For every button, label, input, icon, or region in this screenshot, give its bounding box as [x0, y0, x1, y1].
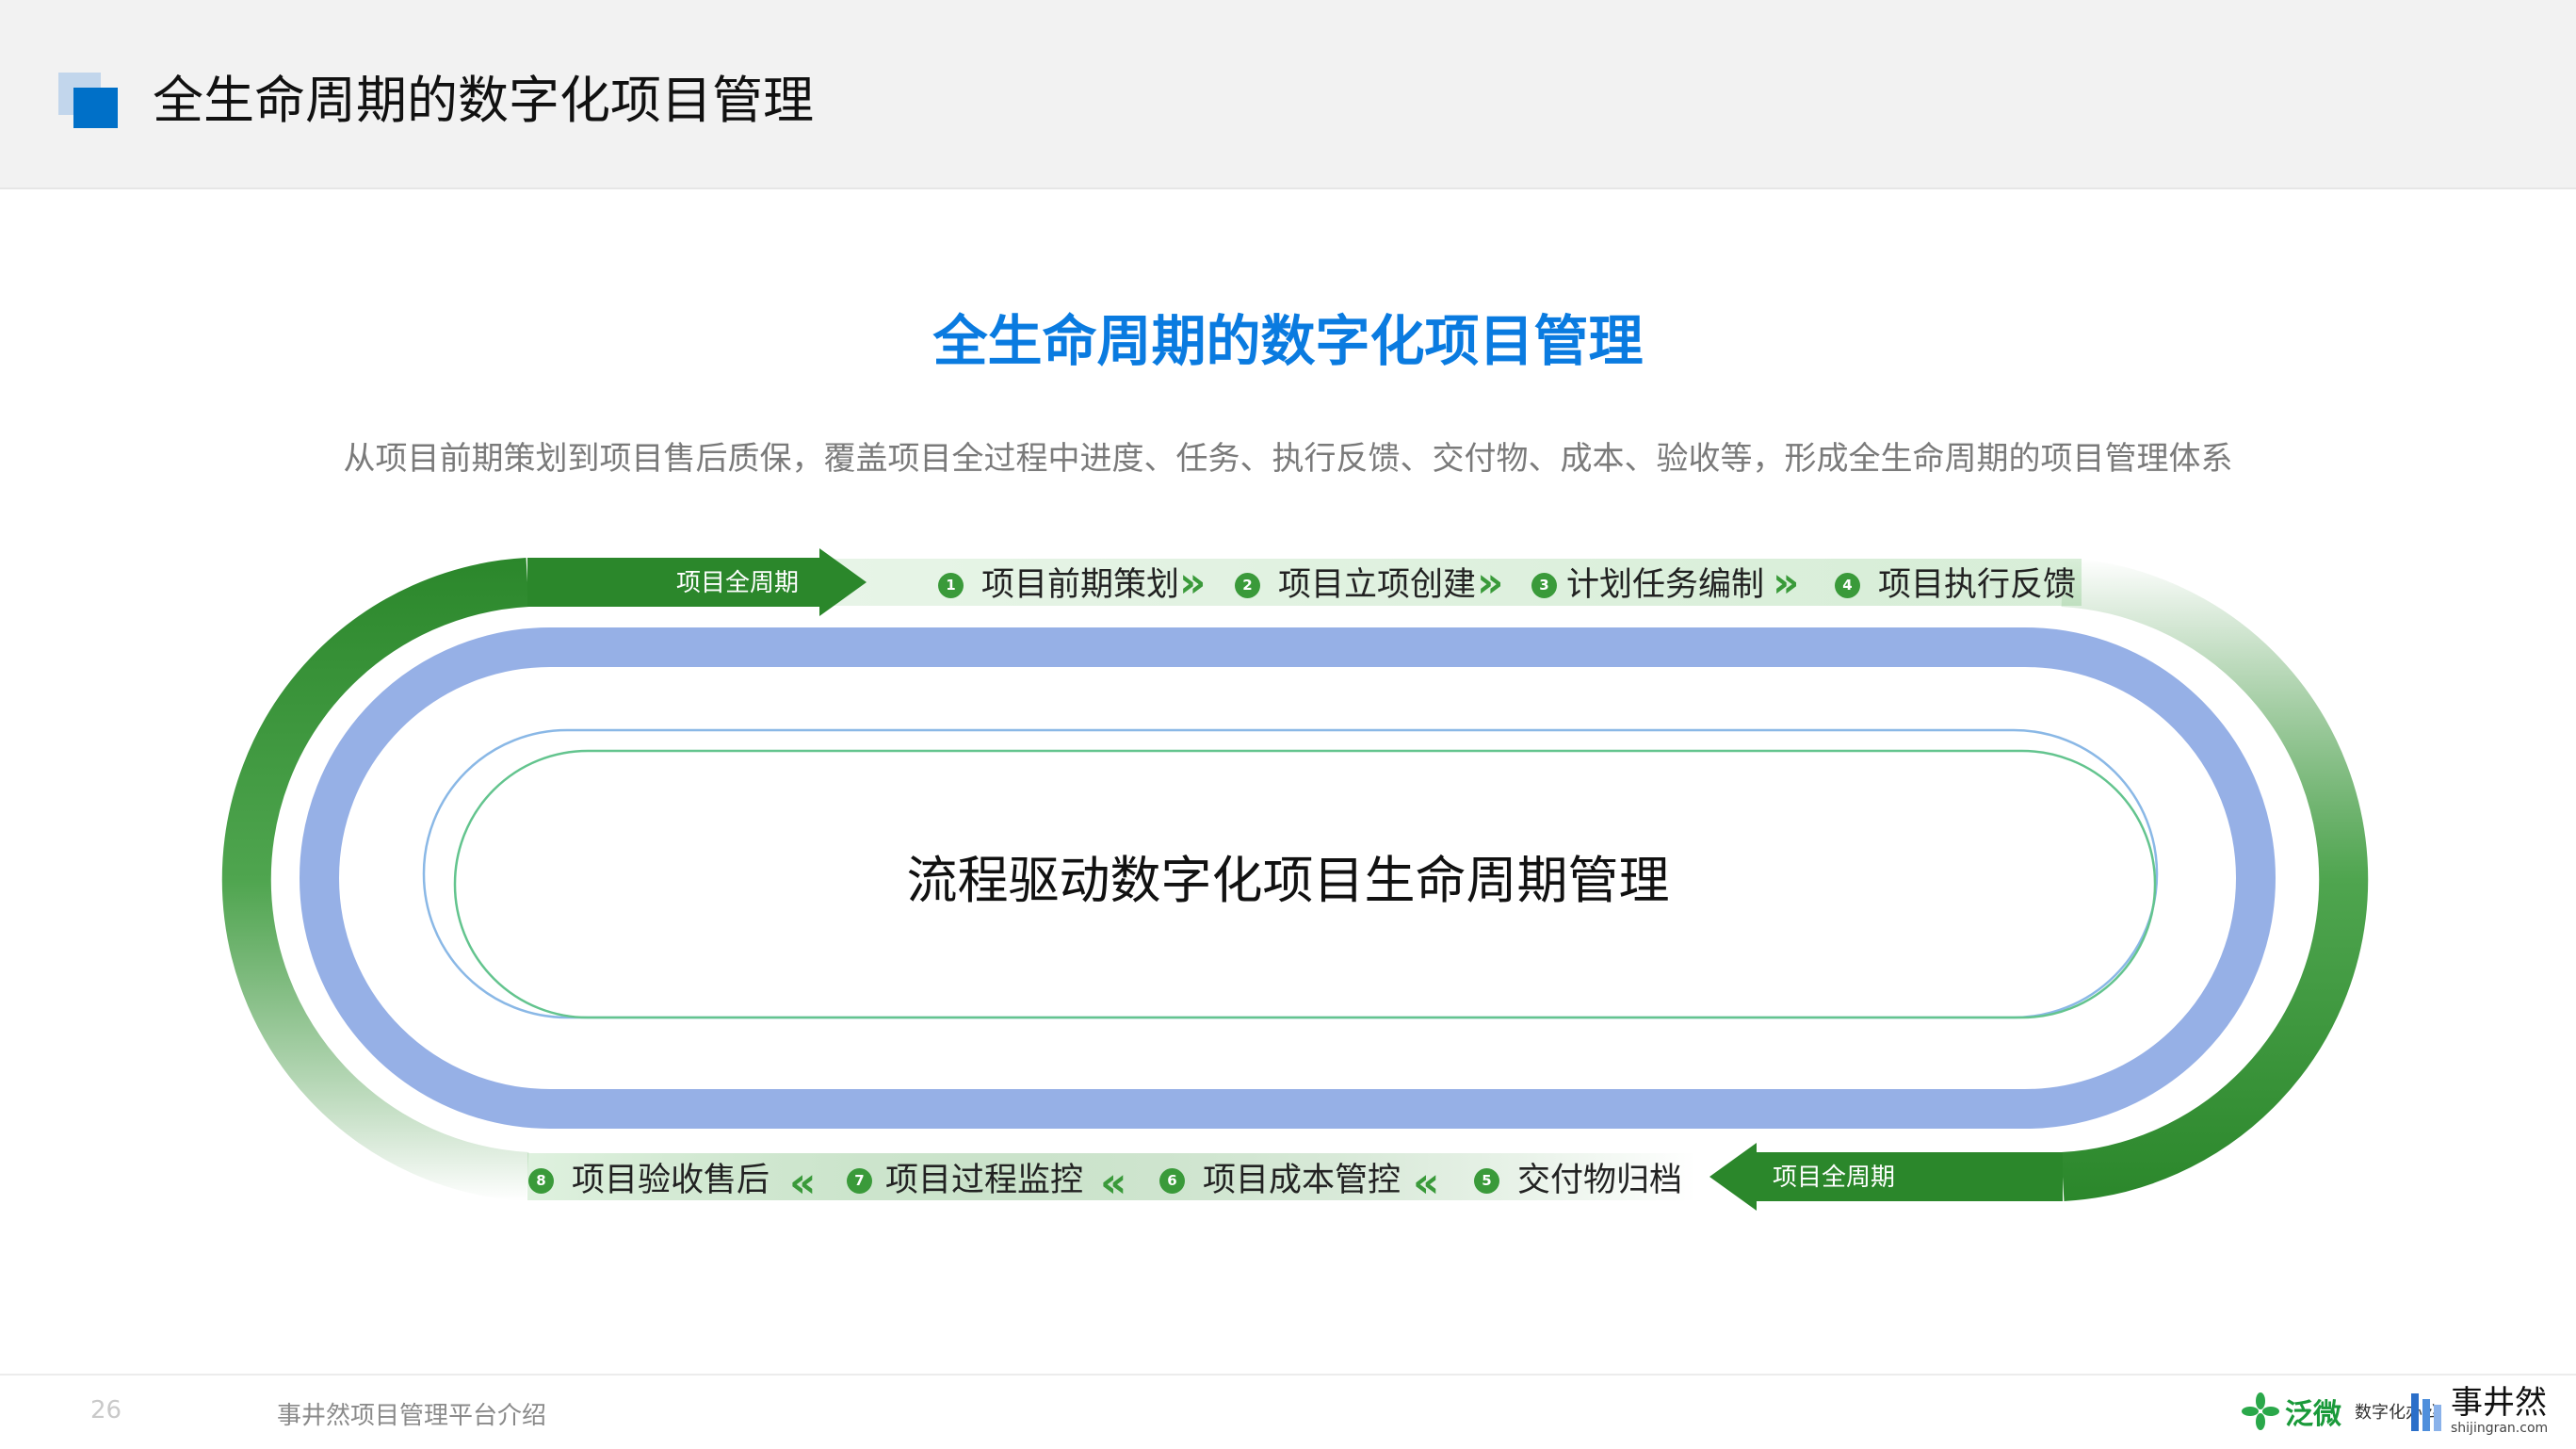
step-label: 项目验收售后: [572, 1162, 770, 1199]
step-number-badge: 1: [938, 572, 964, 598]
step-number-badge: 6: [1159, 1167, 1185, 1194]
chevron-right-icon: »: [1477, 559, 1504, 607]
leaf-logo-icon: [2242, 1392, 2279, 1430]
footer-divider: [0, 1374, 2576, 1376]
step-6: 6 项目成本管控: [1159, 1157, 1401, 1204]
shijingran-logo: 事井然 shijingran.com: [2411, 1385, 2548, 1436]
step-number-badge: 5: [1474, 1167, 1499, 1194]
logo1-name: 泛微: [2285, 1398, 2341, 1431]
bottom-arrow-label: 项目全周期: [1773, 1164, 1896, 1192]
chevron-left-icon: «: [1100, 1159, 1127, 1207]
top-arrow-label: 项目全周期: [676, 569, 800, 597]
step-label: 项目执行反馈: [1878, 566, 2077, 604]
lifecycle-diagram: [221, 548, 2369, 1211]
step-2: 2 项目立项创建: [1235, 562, 1476, 609]
footer-text: 事井然项目管理平台介绍: [277, 1402, 547, 1430]
chevron-left-icon: «: [1413, 1159, 1440, 1207]
chevron-left-icon: «: [789, 1159, 817, 1207]
step-label: 项目前期策划: [981, 566, 1180, 604]
step-5: 5 交付物归档: [1474, 1157, 1682, 1204]
step-4: 4 项目执行反馈: [1835, 562, 2076, 609]
step-label: 交付物归档: [1517, 1162, 1683, 1199]
step-number-badge: 2: [1235, 572, 1260, 598]
step-7: 7 项目过程监控: [847, 1157, 1083, 1204]
step-label: 项目过程监控: [885, 1162, 1084, 1199]
logo2-url: shijingran.com: [2451, 1421, 2549, 1436]
step-label: 计划任务编制: [1566, 566, 1765, 604]
chevron-right-icon: »: [1773, 559, 1800, 607]
step-8: 8 项目验收售后: [528, 1157, 770, 1204]
step-3: 3 计划任务编制: [1531, 562, 1764, 609]
page-number: 26: [90, 1396, 122, 1425]
center-text: 流程驱动数字化项目生命周期管理: [906, 851, 1670, 910]
bars-logo-icon: [2411, 1393, 2441, 1431]
step-label: 项目立项创建: [1278, 566, 1477, 604]
step-number-badge: 7: [847, 1167, 872, 1194]
step-label: 项目成本管控: [1203, 1162, 1401, 1199]
step-number-badge: 4: [1835, 572, 1860, 598]
logo2-name: 事井然: [2451, 1384, 2547, 1422]
step-1: 1 项目前期策划: [938, 562, 1179, 609]
chevron-right-icon: »: [1179, 559, 1207, 607]
step-number-badge: 8: [528, 1167, 554, 1194]
weaver-logo: 泛微 数字化办公: [2242, 1391, 2439, 1432]
step-number-badge: 3: [1531, 572, 1557, 598]
